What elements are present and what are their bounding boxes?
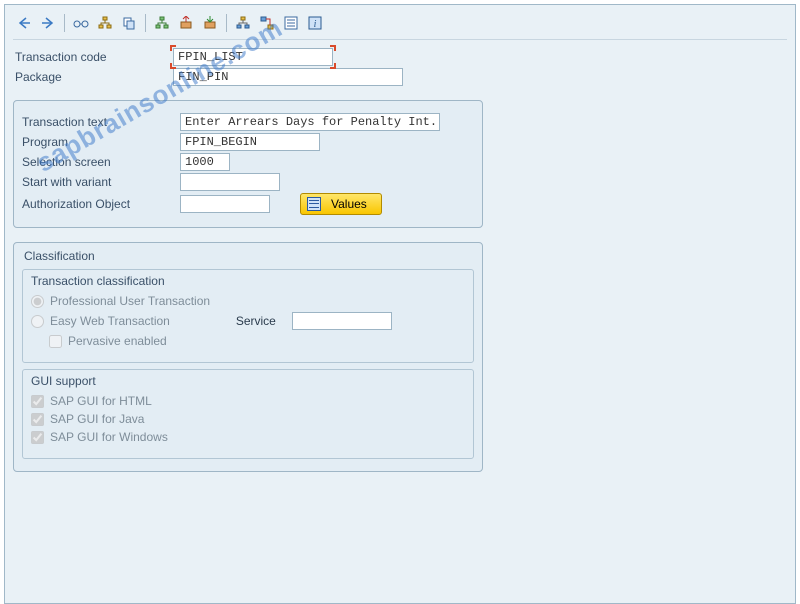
start-with-variant-label: Start with variant (20, 175, 180, 189)
glasses-icon[interactable] (70, 13, 92, 33)
package-input[interactable] (173, 68, 403, 86)
check-gui-windows[interactable] (31, 431, 44, 444)
detail-panel: Transaction text Program Selection scree… (13, 100, 483, 228)
check-gui-java[interactable] (31, 413, 44, 426)
classification-group: Classification Transaction classificatio… (13, 242, 483, 472)
check-pervasive-label: Pervasive enabled (68, 334, 167, 348)
values-button[interactable]: Values (300, 193, 382, 215)
program-label: Program (20, 135, 180, 149)
transaction-code-input[interactable] (173, 48, 333, 66)
check-gui-html[interactable] (31, 395, 44, 408)
transaction-text-input[interactable] (180, 113, 440, 131)
check-gui-html-label: SAP GUI for HTML (50, 394, 152, 408)
forward-icon[interactable] (37, 13, 59, 33)
start-with-variant-input[interactable] (180, 173, 280, 191)
gui-support-title: GUI support (31, 374, 465, 388)
authorization-object-label: Authorization Object (20, 197, 180, 211)
values-icon (307, 197, 321, 211)
radio-professional-label: Professional User Transaction (50, 294, 210, 308)
package-label: Package (13, 70, 173, 84)
service-label: Service (236, 314, 276, 328)
hierarchy-icon[interactable] (232, 13, 254, 33)
export-icon[interactable] (175, 13, 197, 33)
program-input[interactable] (180, 133, 320, 151)
authorization-object-input[interactable] (180, 195, 270, 213)
radio-professional[interactable] (31, 295, 44, 308)
selection-screen-input[interactable] (180, 153, 230, 171)
check-gui-java-label: SAP GUI for Java (50, 412, 144, 426)
radio-easyweb-label: Easy Web Transaction (50, 314, 170, 328)
tree-icon[interactable] (94, 13, 116, 33)
info-icon[interactable]: i (304, 13, 326, 33)
copy-icon[interactable] (118, 13, 140, 33)
service-input[interactable] (292, 312, 392, 330)
import-icon[interactable] (199, 13, 221, 33)
classification-title: Classification (24, 249, 474, 263)
transaction-classification-title: Transaction classification (31, 274, 465, 288)
gui-support-group: GUI support SAP GUI for HTML SAP GUI for… (22, 369, 474, 459)
radio-easyweb[interactable] (31, 315, 44, 328)
check-pervasive[interactable] (49, 335, 62, 348)
svg-text:i: i (314, 19, 317, 30)
values-button-label: Values (331, 197, 367, 211)
transaction-code-label: Transaction code (13, 50, 173, 64)
selection-screen-label: Selection screen (20, 155, 180, 169)
check-gui-windows-label: SAP GUI for Windows (50, 430, 168, 444)
assign-icon[interactable] (256, 13, 278, 33)
toolbar: i (13, 11, 787, 40)
back-icon[interactable] (13, 13, 35, 33)
checklist-icon[interactable] (280, 13, 302, 33)
network-icon[interactable] (151, 13, 173, 33)
transaction-classification-group: Transaction classification Professional … (22, 269, 474, 363)
transaction-text-label: Transaction text (20, 115, 180, 129)
